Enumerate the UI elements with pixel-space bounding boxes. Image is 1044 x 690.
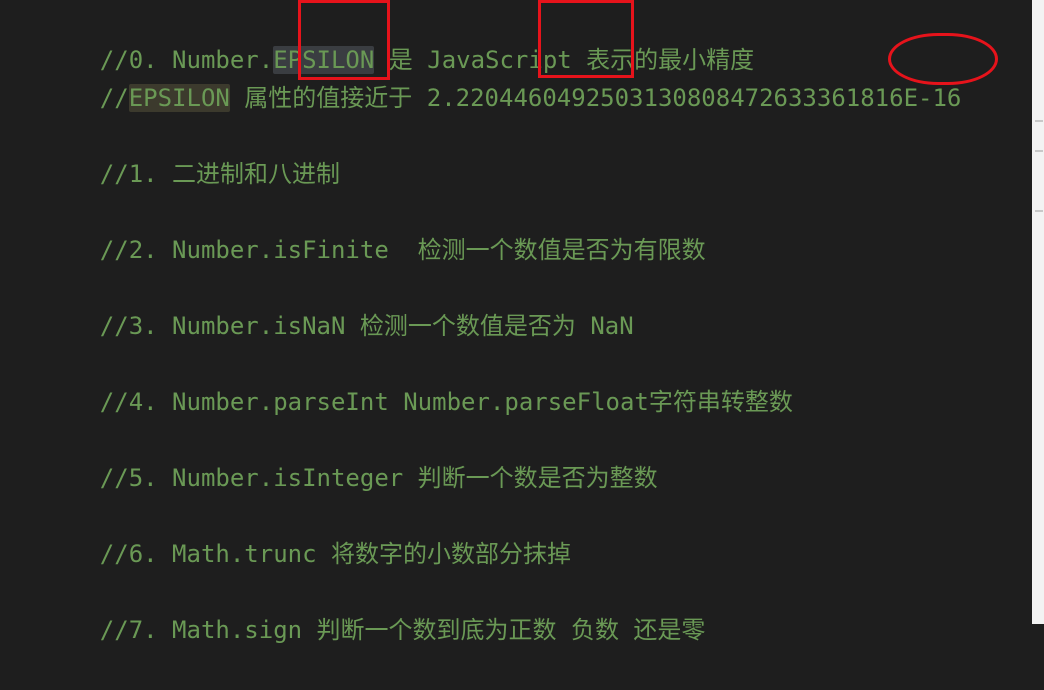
code-text: //3. Number.isNaN 检测一个数值是否为 NaN xyxy=(99,312,634,340)
code-text: //5. Number.isInteger 判断一个数是否为整数 xyxy=(99,464,658,492)
code-text: // xyxy=(99,84,129,112)
word-occurrence-highlight: EPSILON xyxy=(128,84,230,112)
scrollbar-marker xyxy=(1035,120,1043,122)
code-line-3[interactable]: //2. Number.isFinite 检测一个数值是否为有限数 xyxy=(42,190,706,264)
code-line-2[interactable]: //1. 二进制和八进制 xyxy=(42,114,340,188)
vertical-scrollbar[interactable] xyxy=(1032,0,1044,624)
code-text: //2. Number.isFinite 检测一个数值是否为有限数 xyxy=(99,236,706,264)
code-line-6[interactable]: //5. Number.isInteger 判断一个数是否为整数 xyxy=(42,418,658,492)
code-text: //1. 二进制和八进制 xyxy=(99,160,341,188)
code-line-5[interactable]: //4. Number.parseInt Number.parseFloat字符… xyxy=(42,342,793,416)
code-text: //6. Math.trunc 将数字的小数部分抹掉 xyxy=(99,540,571,568)
code-editor[interactable]: //0. Number.EPSILON 是 JavaScript 表示的最小精度… xyxy=(0,0,1032,644)
code-line-4[interactable]: //3. Number.isNaN 检测一个数值是否为 NaN xyxy=(42,266,634,340)
code-line-0[interactable]: //0. Number.EPSILON 是 JavaScript 表示的最小精度 xyxy=(42,0,754,74)
code-line-7[interactable]: //6. Math.trunc 将数字的小数部分抹掉 xyxy=(42,494,571,568)
scrollbar-marker xyxy=(1035,150,1043,152)
scrollbar-marker xyxy=(1035,210,1043,212)
code-text: //7. Math.sign 判断一个数到底为正数 负数 还是零 xyxy=(99,616,706,644)
code-line-1[interactable]: //EPSILON 属性的值接近于 2.22044604925031308084… xyxy=(42,38,961,112)
code-text: //4. Number.parseInt Number.parseFloat字符… xyxy=(99,388,793,416)
code-text: 属性的值接近于 2.220446049250313080847263336181… xyxy=(229,84,962,112)
code-line-8[interactable]: //7. Math.sign 判断一个数到底为正数 负数 还是零 xyxy=(42,570,706,644)
